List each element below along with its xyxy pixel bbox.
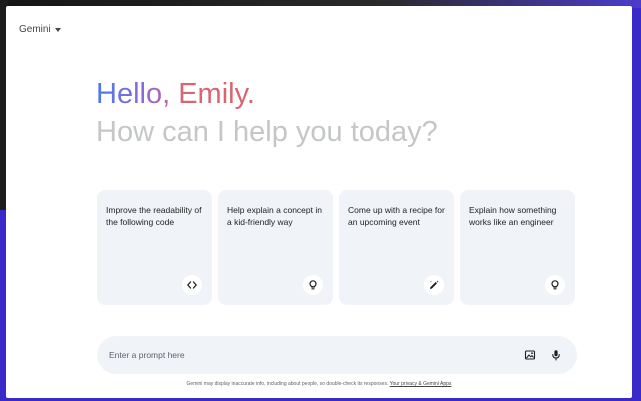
privacy-link[interactable]: Your privacy & Gemini Apps [390,381,452,387]
gemini-window: Gemini Hello, Emily. How can I help you … [6,6,632,398]
prompt-input[interactable] [109,345,509,365]
subheading: How can I help you today? [96,116,438,148]
suggestion-card[interactable]: Help explain a concept in a kid-friendly… [218,190,333,305]
model-switcher[interactable]: Gemini [19,24,61,35]
microphone-icon[interactable] [548,347,564,363]
suggestion-card-text: Come up with a recipe for an upcoming ev… [348,205,445,227]
edit-sparkle-icon [424,275,444,295]
suggestion-card[interactable]: Improve the readability of the following… [97,190,212,305]
disclaimer: Gemini may display inaccurate info, incl… [6,381,632,387]
lightbulb-icon [545,275,565,295]
lightbulb-icon [303,275,323,295]
suggestion-card[interactable]: Explain how something works like an engi… [460,190,575,305]
suggestion-card-text: Explain how something works like an engi… [469,205,557,227]
dropdown-caret-icon [54,27,61,32]
suggestion-card[interactable]: Come up with a recipe for an upcoming ev… [339,190,454,305]
suggestion-card-text: Help explain a concept in a kid-friendly… [227,205,322,227]
model-label: Gemini [19,24,51,35]
greeting: Hello, Emily. [96,78,255,110]
suggestion-cards: Improve the readability of the following… [97,190,575,305]
disclaimer-text: Gemini may display inaccurate info, incl… [186,381,389,387]
suggestion-card-text: Improve the readability of the following… [106,205,202,227]
prompt-bar [97,336,577,374]
code-icon [182,275,202,295]
image-upload-icon[interactable] [522,347,538,363]
